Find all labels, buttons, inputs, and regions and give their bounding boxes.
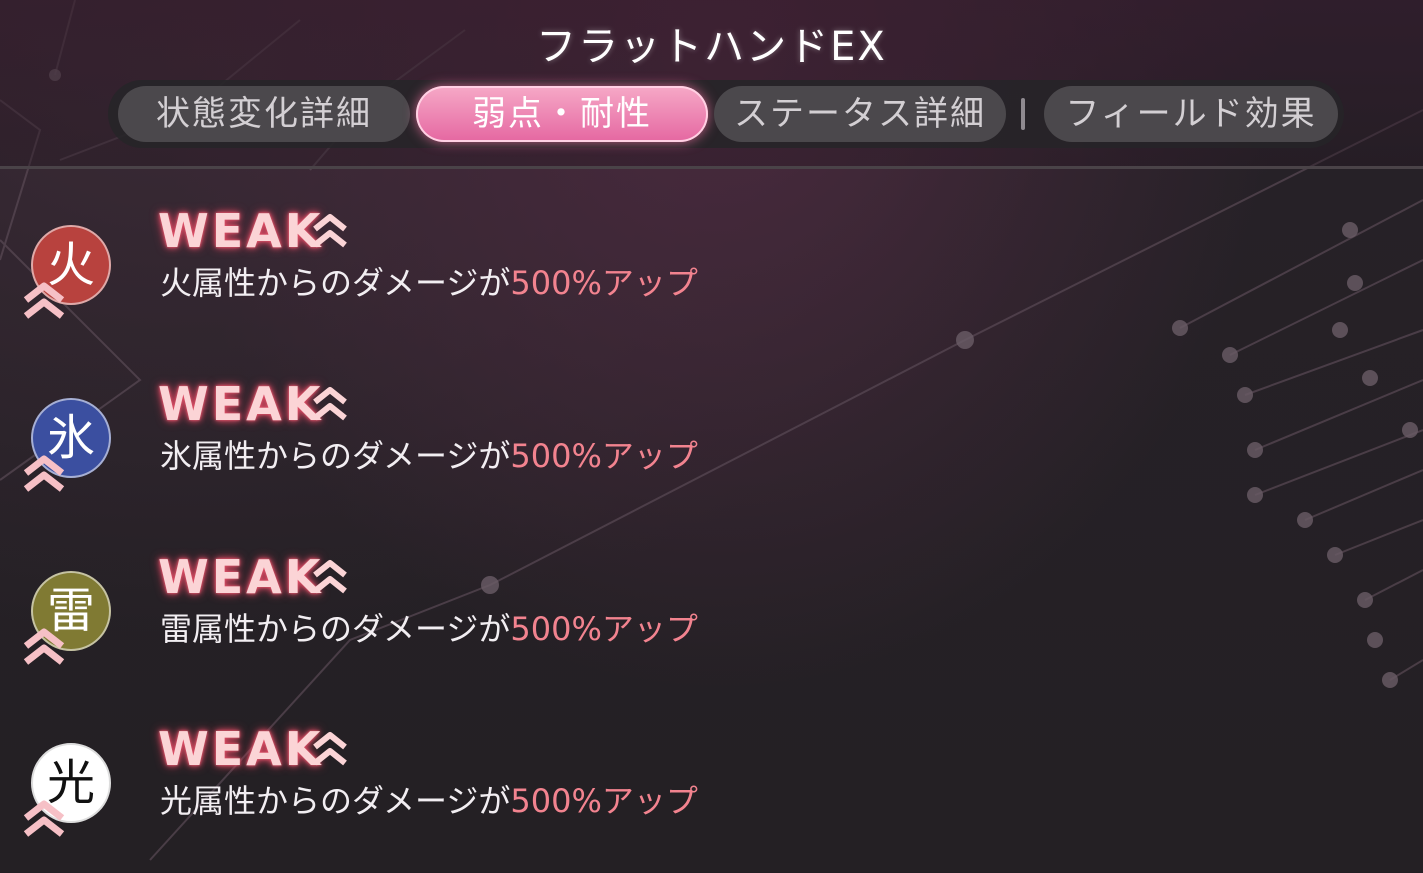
- weakness-description: 火属性からのダメージが500%アップ: [160, 263, 698, 303]
- description-text: 雷属性からのダメージが: [160, 610, 511, 648]
- tab-status-details[interactable]: ステータス詳細: [714, 86, 1006, 142]
- damage-increase-value: 500%アップ: [510, 264, 698, 302]
- description-text: 氷属性からのダメージが: [160, 437, 511, 475]
- weak-label: WEAK: [158, 204, 324, 258]
- description-text: 火属性からのダメージが: [160, 264, 511, 302]
- weakness-entry-ice: 氷 WEAK 氷属性からのダメージが500%アップ: [0, 368, 1000, 528]
- header-divider: [0, 166, 1423, 169]
- weakness-description: 雷属性からのダメージが500%アップ: [160, 609, 698, 649]
- double-chevron-up-icon: [23, 282, 65, 319]
- weakness-entry-light: 光 WEAK 光属性からのダメージが500%アップ: [0, 713, 1000, 873]
- description-text: 光属性からのダメージが: [160, 782, 511, 820]
- weakness-entry-fire: 火 WEAK 火属性からのダメージが500%アップ: [0, 195, 1000, 355]
- weak-label: WEAK: [158, 377, 324, 431]
- weakness-description: 光属性からのダメージが500%アップ: [160, 781, 698, 821]
- weak-label: WEAK: [158, 550, 324, 604]
- weakness-entry-thunder: 雷 WEAK 雷属性からのダメージが500%アップ: [0, 541, 1000, 701]
- double-chevron-up-icon: [313, 387, 347, 421]
- page-title: フラットハンドEX: [536, 24, 887, 70]
- double-chevron-up-icon: [313, 214, 347, 248]
- double-chevron-up-icon: [313, 732, 347, 766]
- tab-field-effects[interactable]: フィールド効果: [1044, 86, 1338, 142]
- double-chevron-up-icon: [23, 455, 65, 492]
- weakness-description: 氷属性からのダメージが500%アップ: [160, 436, 698, 476]
- double-chevron-up-icon: [23, 628, 65, 665]
- tab-weakness-resistance[interactable]: 弱点・耐性: [416, 86, 708, 142]
- header-panel: フラットハンドEX 状態変化詳細 弱点・耐性 ステータス詳細 フィールド効果: [0, 0, 1423, 168]
- damage-increase-value: 500%アップ: [510, 437, 698, 475]
- double-chevron-up-icon: [313, 560, 347, 594]
- damage-increase-value: 500%アップ: [510, 782, 698, 820]
- weak-label: WEAK: [158, 722, 324, 776]
- double-chevron-up-icon: [23, 800, 65, 837]
- tab-status-change-details[interactable]: 状態変化詳細: [118, 86, 410, 142]
- tab-separator: [1021, 98, 1025, 130]
- damage-increase-value: 500%アップ: [510, 610, 698, 648]
